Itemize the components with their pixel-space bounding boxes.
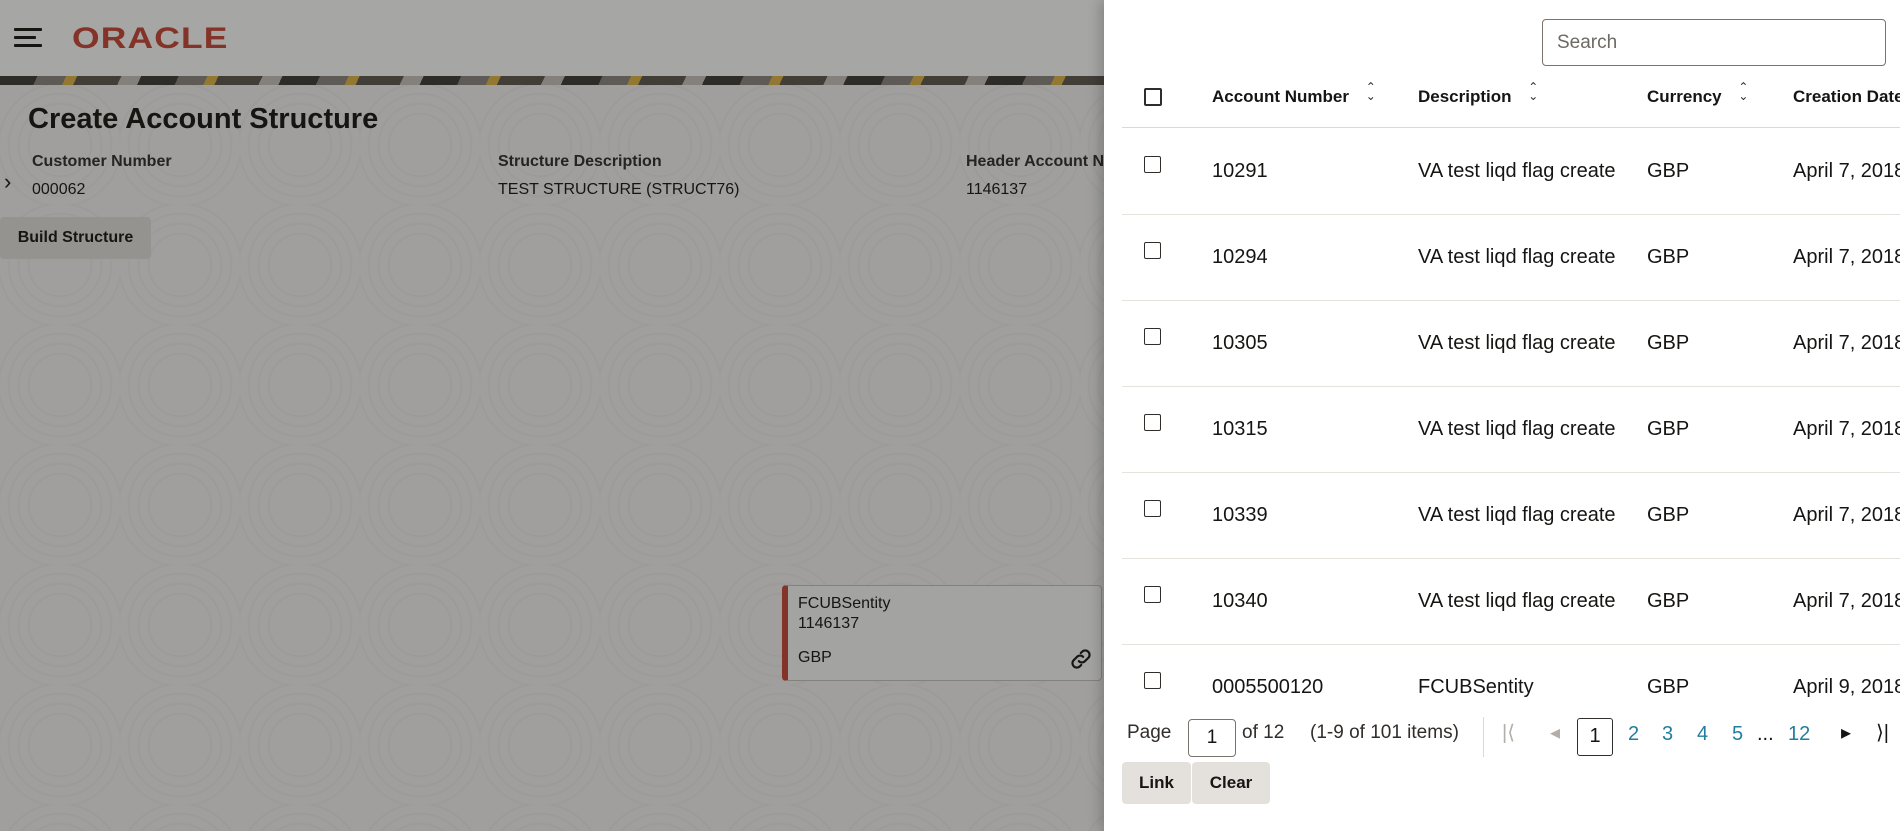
row-checkbox[interactable] [1144,672,1161,689]
column-label: Creation Date [1793,87,1900,106]
creation-date-cell: April 7, 2018 [1793,504,1900,526]
search-input[interactable] [1542,19,1886,66]
page-number-input[interactable] [1188,719,1236,757]
currency-cell: GBP [1647,590,1690,612]
description-cell: VA test liqd flag create [1418,590,1616,612]
page-link-last[interactable]: 12 [1788,723,1810,746]
currency-cell: GBP [1647,418,1690,440]
column-header-description[interactable]: Description ⌃ ⌄ [1418,76,1538,128]
pagination-ellipsis: ... [1757,723,1774,745]
table-row[interactable]: 10294 VA test liqd flag create GBP April… [1122,215,1900,301]
description-cell: VA test liqd flag create [1418,246,1616,268]
table-row[interactable]: 10305 VA test liqd flag create GBP April… [1122,301,1900,387]
currency-cell: GBP [1647,504,1690,526]
first-page-icon[interactable]: |⟨ [1502,720,1515,745]
account-number-cell: 10294 [1212,246,1268,268]
accounts-table: 10291 VA test liqd flag create GBP April… [1122,129,1900,699]
description-cell: VA test liqd flag create [1418,504,1616,526]
last-page-icon[interactable]: ⟩| [1876,720,1889,745]
clear-button[interactable]: Clear [1192,762,1270,804]
select-all-checkbox[interactable] [1144,88,1162,106]
table-row[interactable]: 10291 VA test liqd flag create GBP April… [1122,129,1900,215]
creation-date-cell: April 7, 2018 [1793,418,1900,440]
account-number-cell: 10291 [1212,160,1268,182]
description-cell: VA test liqd flag create [1418,160,1616,182]
creation-date-cell: April 7, 2018 [1793,246,1900,268]
page-total: of 12 [1242,722,1285,743]
table-row[interactable]: 10315 VA test liqd flag create GBP April… [1122,387,1900,473]
page-link-4[interactable]: 4 [1697,723,1708,746]
account-selection-drawer: Account Number ⌃⌄ Description ⌃⌄ Currenc… [1104,0,1900,831]
column-header-creation-date[interactable]: Creation Date [1793,76,1900,128]
sort-icon[interactable]: ⌃ ⌄ [1528,81,1538,102]
account-number-cell: 10339 [1212,504,1268,526]
currency-cell: GBP [1647,332,1690,354]
creation-date-cell: April 7, 2018 [1793,160,1900,182]
row-checkbox[interactable] [1144,500,1161,517]
currency-cell: GBP [1647,160,1690,182]
column-label: Currency [1647,87,1722,106]
account-number-cell: 10340 [1212,590,1268,612]
creation-date-cell: April 7, 2018 [1793,590,1900,612]
items-range: (1-9 of 101 items) [1310,722,1459,743]
modal-overlay[interactable] [0,0,1104,831]
column-header-account-number[interactable]: Account Number ⌃ ⌄ [1212,76,1376,128]
page-link-1[interactable]: 1 [1577,718,1613,756]
description-cell: VA test liqd flag create [1418,418,1616,440]
description-cell: FCUBSentity [1418,676,1534,698]
currency-cell: GBP [1647,676,1690,698]
row-checkbox[interactable] [1144,328,1161,345]
column-header-currency[interactable]: Currency ⌃ ⌄ [1647,76,1748,128]
table-row[interactable]: 10340 VA test liqd flag create GBP April… [1122,559,1900,645]
pagination: Page of 12 (1-9 of 101 items) |⟨ ◂ 1 2 3… [1104,712,1900,762]
row-checkbox[interactable] [1144,242,1161,259]
page-link-5[interactable]: 5 [1732,723,1743,746]
description-cell: VA test liqd flag create [1418,332,1616,354]
column-label: Description [1418,87,1512,106]
column-label: Account Number [1212,87,1349,106]
row-checkbox[interactable] [1144,586,1161,603]
link-button[interactable]: Link [1122,762,1191,804]
page-link-3[interactable]: 3 [1662,723,1673,746]
currency-cell: GBP [1647,246,1690,268]
table-row[interactable]: 10339 VA test liqd flag create GBP April… [1122,473,1900,559]
account-number-cell: 10305 [1212,332,1268,354]
table-header: Account Number ⌃ ⌄ Description ⌃ ⌄ Currenc… [1122,76,1900,128]
row-checkbox[interactable] [1144,156,1161,173]
sort-icon[interactable]: ⌃ ⌄ [1738,81,1748,102]
next-page-icon[interactable]: ▸ [1841,720,1851,745]
creation-date-cell: April 9, 2018 [1793,676,1900,698]
row-checkbox[interactable] [1144,414,1161,431]
previous-page-icon[interactable]: ◂ [1550,720,1560,745]
account-number-cell: 0005500120 [1212,676,1324,698]
sort-icon[interactable]: ⌃ ⌄ [1366,81,1376,102]
pagination-divider [1483,717,1484,757]
table-row[interactable]: 0005500120 FCUBSentity GBP April 9, 2018 [1122,645,1900,699]
creation-date-cell: April 7, 2018 [1793,332,1900,354]
page-link-2[interactable]: 2 [1628,723,1639,746]
page-label: Page [1127,722,1172,743]
account-number-cell: 10315 [1212,418,1268,440]
